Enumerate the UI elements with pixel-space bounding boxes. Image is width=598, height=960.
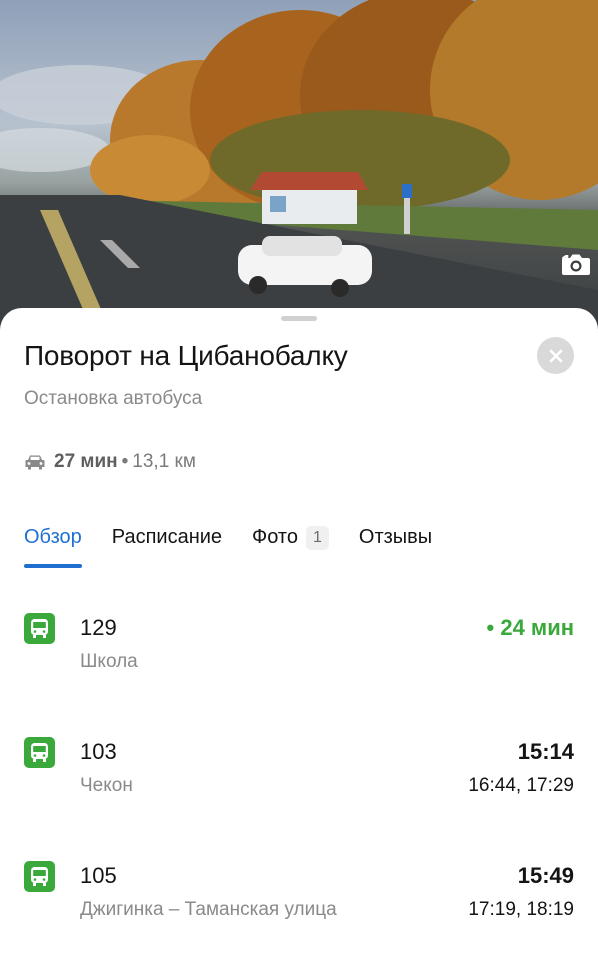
bus-destination: Школа [80, 651, 138, 672]
place-title: Поворот на Цибанобалку [24, 340, 348, 371]
close-icon [549, 349, 562, 362]
bus-arrival-live: • 24 мин [486, 615, 574, 640]
tab-schedule[interactable]: Расписание [112, 526, 222, 568]
tab-photos[interactable]: Фото 1 [252, 526, 329, 568]
bus-route-number: 103 [80, 739, 117, 764]
bus-icon [24, 613, 55, 644]
street-scene-image [0, 0, 598, 330]
tab-bar: Обзор Расписание Фото 1 Отзывы [24, 526, 462, 570]
tab-overview[interactable]: Обзор [24, 526, 82, 568]
route-separator: • [121, 451, 129, 472]
bus-next-times: 16:44, 17:29 [468, 775, 574, 796]
bus-arrival-time: 15:14 [517, 739, 574, 764]
route-duration: 27 мин [54, 451, 118, 472]
place-card-sheet: Поворот на Цибанобалку Остановка автобус… [0, 308, 598, 960]
bus-route-number: 129 [80, 615, 117, 640]
car-icon [25, 455, 45, 470]
bus-destination: Чекон [80, 775, 133, 796]
bus-icon [24, 861, 55, 892]
route-summary[interactable]: 27 мин • 13,1 км [24, 451, 196, 473]
bus-next-times: 17:19, 18:19 [468, 899, 574, 920]
bus-icon [24, 737, 55, 768]
tab-label: Расписание [111, 526, 223, 548]
bus-route-number: 105 [80, 863, 117, 888]
transit-row[interactable]: 105 Джигинка – Таманская улица 15:49 17:… [0, 859, 598, 939]
place-photo[interactable]: 1 [0, 0, 598, 330]
place-category: Остановка автобуса [24, 388, 203, 409]
bus-destination: Джигинка – Таманская улица [80, 899, 337, 920]
sheet-grabber[interactable] [281, 316, 317, 321]
route-distance: 13,1 км [132, 451, 196, 472]
camera-icon [561, 254, 590, 275]
transit-row[interactable]: 129 Школа • 24 мин [0, 611, 598, 691]
close-button[interactable] [537, 337, 574, 374]
bus-arrival-time: 15:49 [517, 863, 574, 888]
photo-count-badge: 1 [305, 526, 329, 550]
tab-reviews[interactable]: Отзывы [359, 526, 432, 568]
tab-label: Отзывы [358, 526, 433, 548]
tab-label: Обзор [24, 526, 82, 548]
tab-label: Фото [252, 526, 298, 548]
photo-counter[interactable]: 1 [561, 252, 590, 275]
transit-row[interactable]: 103 Чекон 15:14 16:44, 17:29 [0, 735, 598, 815]
